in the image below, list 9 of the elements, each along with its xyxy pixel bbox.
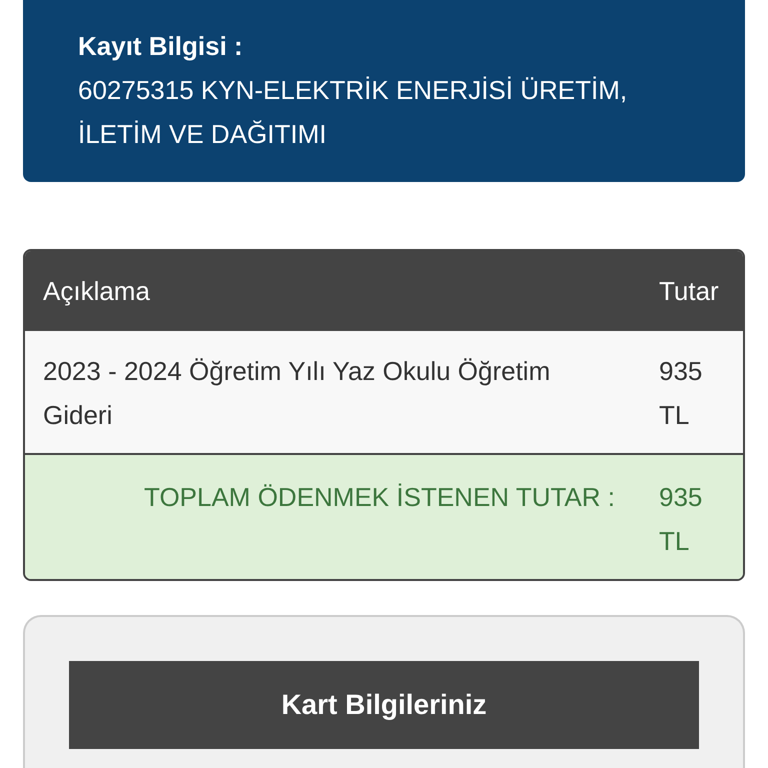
total-label: TOPLAM ÖDENMEK İSTENEN TUTAR : bbox=[143, 481, 616, 514]
registration-label: Kayıt Bilgisi : bbox=[78, 30, 244, 63]
table-cell-text: 935 TL bbox=[658, 355, 704, 432]
section-header: Kart Bilgileriniz bbox=[69, 661, 699, 749]
table-cell-text: 2023 - 2024 Öğretim Yılı Yaz Okulu Öğretim Gideri bbox=[43, 355, 552, 432]
column-header: Tutar bbox=[658, 275, 720, 308]
column-header: Açıklama bbox=[43, 275, 151, 308]
total-amount: 935 TL bbox=[658, 481, 704, 558]
registration-value: 60275315 KYN-ELEKTRİK ENERJİSİ ÜRETİM, İLETİM VE DAĞITIMI bbox=[78, 74, 628, 151]
